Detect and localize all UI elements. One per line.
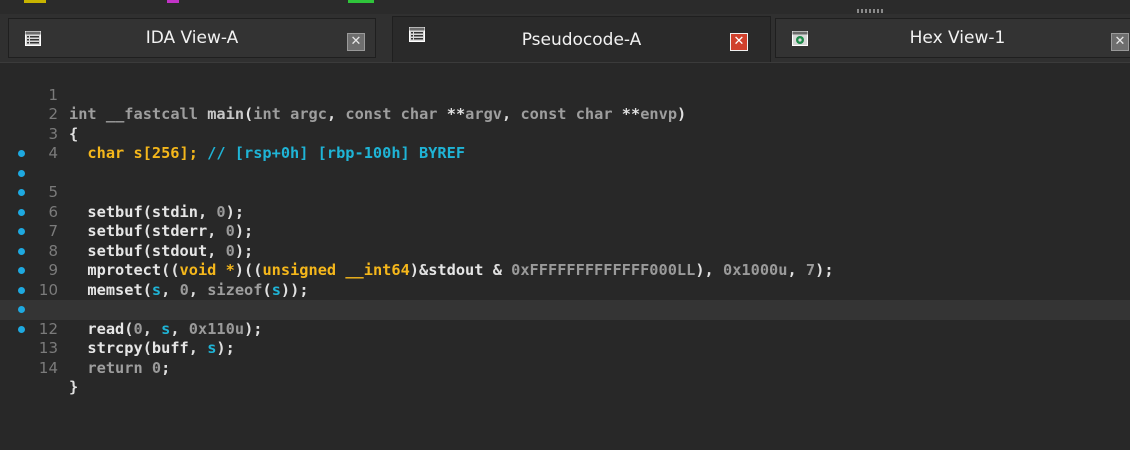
code-line[interactable]: 5 setbuf(stdin, 0); — [0, 144, 1130, 221]
tab-ida-view-a[interactable]: IDA View-A ✕ — [8, 18, 376, 58]
code-line[interactable]: 10 puts("what can I say, you need to lea… — [0, 242, 1130, 318]
toolbar-color-swatch — [348, 0, 374, 3]
code-line[interactable]: 11 read(0, s, 0x110u); — [0, 261, 1130, 338]
code-line[interactable]: 7 setbuf(stdout, 0); — [0, 183, 1130, 260]
close-icon[interactable]: ✕ — [730, 33, 748, 51]
code-line[interactable]: 4 — [0, 125, 1130, 162]
code-text: } — [69, 378, 79, 396]
toolbar-color-swatch — [167, 0, 179, 3]
breakpoint-dot-icon[interactable] — [18, 325, 25, 333]
code-text: return 0; — [87, 358, 171, 377]
code-line[interactable]: 3 char s[256]; // [rsp+0h] [rbp-100h] BY… — [0, 105, 1130, 163]
tab-bar: IDA View-A ✕ Pseudocode-A ✕ Hex View-1 ✕ — [0, 14, 1130, 63]
code-line[interactable]: 14 } — [0, 320, 1130, 396]
code-line[interactable]: 2 { — [0, 86, 1130, 143]
breakpoint-dot-icon[interactable] — [18, 189, 25, 196]
code-text: strcpy(buff, s); — [87, 339, 235, 357]
code-line[interactable]: 12 strcpy(buff, s); — [0, 281, 1130, 357]
code-line[interactable]: 6 setbuf(stderr, 0); — [0, 164, 1130, 240]
code-line[interactable]: 1 int __fastcall main(int argc, const ch… — [0, 66, 1130, 124]
breakpoint-dot-icon[interactable] — [18, 247, 25, 255]
breakpoint-dot-icon[interactable] — [18, 150, 25, 157]
code-line[interactable]: 9 memset(s, 0, sizeof(s)); — [0, 222, 1130, 299]
breakpoint-dot-icon[interactable] — [18, 228, 25, 235]
close-icon[interactable]: ✕ — [1111, 33, 1129, 51]
hex-icon — [792, 31, 808, 46]
code-line[interactable]: 8 mprotect((void *)((unsigned __int64)&s… — [0, 203, 1130, 279]
listing-icon — [25, 31, 41, 46]
breakpoint-dot-icon[interactable] — [18, 286, 25, 294]
toolbar-color-swatch — [24, 0, 46, 3]
line-number: 14 — [38, 358, 58, 377]
close-icon[interactable]: ✕ — [347, 33, 365, 51]
code-line-current[interactable]: 13 return 0; — [0, 300, 1130, 377]
tab-label: IDA View-A — [145, 28, 239, 48]
tab-label: Pseudocode-A — [521, 30, 642, 50]
breakpoint-dot-icon[interactable] — [18, 169, 25, 177]
tab-pseudocode-a[interactable]: Pseudocode-A ✕ — [392, 16, 771, 63]
listing-icon — [409, 27, 425, 42]
tab-divider — [0, 62, 1130, 63]
tab-label: Hex View-1 — [909, 28, 1006, 48]
breakpoint-dot-icon[interactable] — [18, 306, 25, 313]
breakpoint-dot-icon[interactable] — [18, 267, 25, 274]
pseudocode-editor[interactable]: 1 int __fastcall main(int argc, const ch… — [0, 64, 1130, 450]
top-toolbar-strip — [0, 0, 1130, 14]
drag-grip-icon[interactable] — [857, 9, 883, 13]
breakpoint-dot-icon[interactable] — [18, 208, 25, 216]
tab-hex-view-1[interactable]: Hex View-1 ✕ — [775, 18, 1130, 58]
